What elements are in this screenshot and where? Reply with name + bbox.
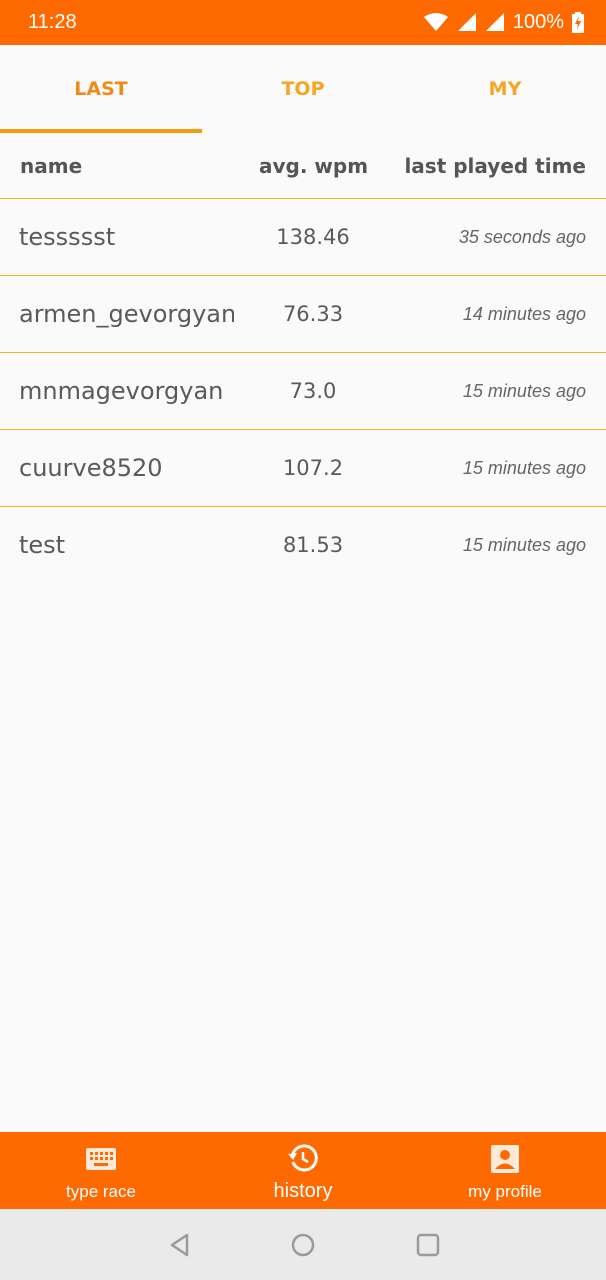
home-icon[interactable] <box>289 1231 317 1259</box>
tab-top-label: TOP <box>281 78 325 100</box>
column-header-name: name <box>20 153 83 178</box>
table-row[interactable]: armen_gevorgyan 76.33 14 minutes ago <box>0 276 606 353</box>
battery-charging-icon <box>572 11 584 33</box>
wifi-icon <box>423 12 449 32</box>
status-icons: 100% <box>423 11 584 33</box>
signal-icon <box>485 12 505 32</box>
player-name: test <box>19 531 66 559</box>
last-played-time: 35 seconds ago <box>458 226 586 247</box>
player-wpm: 81.53 <box>282 533 344 557</box>
player-name: tessssst <box>19 223 116 251</box>
table-row[interactable]: cuurve8520 107.2 15 minutes ago <box>0 430 606 507</box>
battery-level: 100% <box>512 11 564 33</box>
table-header: name avg. wpm last played time <box>0 133 606 199</box>
keyboard-icon <box>85 1147 117 1176</box>
account-box-icon <box>491 1145 519 1178</box>
player-wpm: 138.46 <box>276 225 350 249</box>
bottom-navigation: type race history my profile <box>0 1132 606 1209</box>
table-row[interactable]: test 81.53 15 minutes ago <box>0 507 606 583</box>
nav-history-label: history <box>273 1180 333 1202</box>
status-bar: 11:28 100% <box>0 0 606 45</box>
tab-last-label: LAST <box>74 78 128 100</box>
table-row[interactable]: mnmagevorgyan 73.0 15 minutes ago <box>0 353 606 430</box>
tab-last[interactable]: LAST <box>0 45 202 133</box>
recents-icon[interactable] <box>414 1231 442 1259</box>
nav-type-race[interactable]: type race <box>0 1132 202 1209</box>
column-header-time: last played time <box>404 153 586 178</box>
last-played-time: 15 minutes ago <box>462 380 586 401</box>
nav-history[interactable]: history <box>202 1132 404 1209</box>
status-time: 11:28 <box>28 11 77 33</box>
nav-my-profile[interactable]: my profile <box>404 1132 606 1209</box>
last-played-time: 15 minutes ago <box>462 534 586 555</box>
player-name: cuurve8520 <box>19 454 163 482</box>
leaderboard-list: tessssst 138.46 35 seconds ago armen_gev… <box>0 199 606 583</box>
history-icon <box>287 1142 319 1179</box>
tab-my[interactable]: MY <box>404 45 606 133</box>
tab-top[interactable]: TOP <box>202 45 404 133</box>
system-navigation-bar <box>0 1209 606 1280</box>
column-header-wpm: avg. wpm <box>259 153 369 178</box>
signal-icon <box>457 12 477 32</box>
player-wpm: 76.33 <box>282 302 344 326</box>
player-wpm: 73.0 <box>289 379 337 403</box>
last-played-time: 14 minutes ago <box>462 303 586 324</box>
tab-my-label: MY <box>488 78 522 100</box>
back-icon[interactable] <box>166 1231 194 1259</box>
player-name: armen_gevorgyan <box>19 300 234 328</box>
nav-my-profile-label: my profile <box>468 1182 542 1201</box>
table-row[interactable]: tessssst 138.46 35 seconds ago <box>0 199 606 276</box>
player-wpm: 107.2 <box>282 456 344 480</box>
last-played-time: 15 minutes ago <box>462 457 586 478</box>
player-name: mnmagevorgyan <box>19 377 224 405</box>
tab-bar: LAST TOP MY <box>0 45 606 133</box>
nav-type-race-label: type race <box>66 1182 136 1201</box>
